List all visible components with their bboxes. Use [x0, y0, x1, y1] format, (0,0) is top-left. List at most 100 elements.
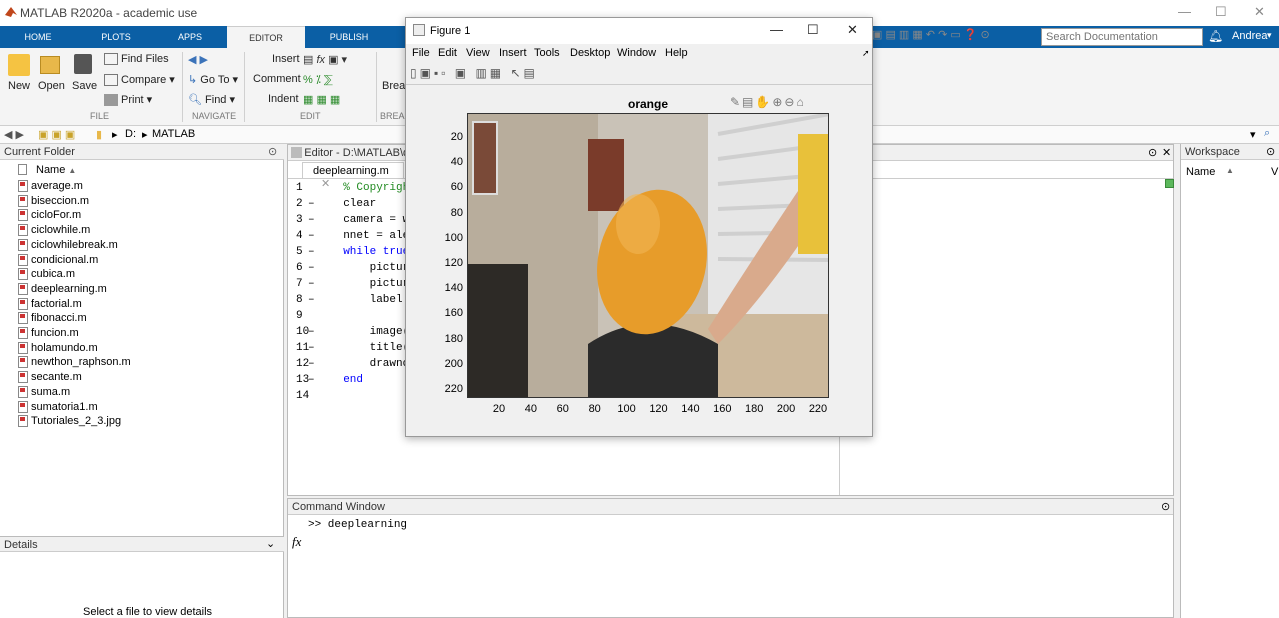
code-line[interactable]: end — [330, 374, 363, 386]
list-item[interactable]: ciclowhilebreak.m — [18, 239, 118, 253]
list-item[interactable]: secante.m — [18, 371, 82, 385]
figure-toolbar[interactable]: ▯▣▪▫ ▣ ▥▦ ↖▤ — [410, 66, 538, 80]
indent-button[interactable]: Indent — [268, 93, 299, 105]
list-item[interactable]: suma.m — [18, 386, 70, 400]
list-item[interactable]: holamundo.m — [18, 342, 98, 356]
figure-menu-item[interactable]: Insert — [499, 47, 527, 59]
minimize-icon[interactable]: — — [770, 22, 783, 37]
back-forward-icon[interactable]: ◀ ▶ — [188, 53, 208, 66]
go-to-button[interactable]: ↳ Go To ▾ — [188, 73, 238, 86]
command-line[interactable]: >> deeplearning — [308, 519, 407, 531]
list-item[interactable]: Tutoriales_2_3.jpg — [18, 415, 121, 429]
search-icon[interactable]: ⌕ — [1264, 127, 1270, 140]
tab-editor[interactable]: EDITOR — [227, 26, 305, 48]
figure-menu-item[interactable]: View — [466, 47, 490, 59]
workspace-value-header[interactable]: V — [1271, 166, 1278, 178]
tab-home[interactable]: HOME — [0, 26, 76, 48]
panel-menu-icon[interactable]: ⊙ — [1161, 500, 1170, 513]
file-name: factorial.m — [31, 297, 82, 310]
close-icon[interactable]: ✕ — [847, 22, 858, 38]
figure-menu-item[interactable]: Window — [617, 47, 656, 59]
compare-button[interactable]: Compare ▾ — [104, 73, 175, 87]
tab-plots[interactable]: PLOTS — [78, 26, 154, 48]
code-line[interactable]: % Copyrigh — [330, 182, 409, 194]
current-folder-panel: Current Folder ⊙ Name ▲ average.m bisecci… — [0, 144, 284, 618]
code-line[interactable]: label — [330, 294, 409, 306]
code-line[interactable]: title( — [330, 342, 410, 354]
figure-menu-item[interactable]: File — [412, 47, 430, 59]
list-item[interactable]: condicional.m — [18, 254, 98, 268]
code-line[interactable]: pictur — [330, 278, 410, 290]
close-tab-icon[interactable]: ✕ — [321, 178, 330, 190]
list-item[interactable]: average.m — [18, 180, 83, 194]
open-button[interactable]: Open — [38, 80, 65, 92]
user-menu[interactable]: Andrea — [1232, 30, 1267, 42]
insert-icons[interactable]: ▤ fx ▣ ▾ — [303, 53, 347, 66]
folder-nav-icons[interactable]: ▣ ▣ ▣ — [38, 128, 75, 141]
open-folder-icon[interactable] — [40, 56, 60, 74]
code-line[interactable]: pictur — [330, 262, 410, 274]
search-icon[interactable]: ⌕ — [1190, 29, 1197, 44]
file-name: average.m — [31, 180, 83, 192]
address-drive[interactable]: D: — [125, 128, 136, 140]
figure-menu-item[interactable]: Help — [665, 47, 688, 59]
list-item[interactable]: ciclowhile.m — [18, 224, 90, 238]
tab-apps[interactable]: APPS — [154, 26, 226, 48]
address-folder[interactable]: MATLAB — [152, 128, 195, 140]
code-line[interactable]: image( — [330, 326, 410, 338]
insert-button[interactable]: Insert — [272, 53, 300, 65]
name-column-header[interactable]: Name ▲ — [36, 164, 76, 176]
comment-button[interactable]: Comment — [253, 73, 301, 85]
save-icon[interactable] — [74, 54, 92, 74]
code-line[interactable]: nnet = ale — [330, 230, 409, 242]
chevron-down-icon[interactable]: ⌄ — [266, 537, 275, 550]
indent-icons[interactable]: ▦ ▦ ▦ — [303, 93, 340, 106]
list-item[interactable]: deeplearning.m — [18, 283, 107, 297]
new-button[interactable]: New — [8, 80, 30, 92]
nav-arrows-icon[interactable]: ◀ ▶ — [4, 128, 24, 141]
chevron-down-icon[interactable]: ▾ — [1250, 128, 1256, 141]
close-icon[interactable]: ✕ — [1254, 4, 1265, 20]
figure-menu-item[interactable]: Edit — [438, 47, 457, 59]
minimize-icon[interactable]: — — [1178, 4, 1191, 19]
axes-toolbar[interactable]: ✎▤✋⊕⊖⌂ — [730, 95, 806, 109]
workspace-name-header[interactable]: Name — [1186, 166, 1215, 178]
chevron-down-icon[interactable]: ▾ — [1267, 30, 1272, 41]
list-item[interactable]: biseccion.m — [18, 195, 89, 209]
figure-menu-item[interactable]: Desktop — [570, 47, 610, 59]
editor-tab[interactable]: deeplearning.m ✕ — [302, 162, 404, 190]
code-line[interactable]: while true — [330, 246, 409, 258]
maximize-icon[interactable]: ☐ — [807, 22, 819, 38]
y-tick-label: 40 — [450, 156, 463, 169]
find-files-button[interactable]: Find Files — [104, 53, 169, 66]
panel-menu-icon[interactable]: ⊙ — [1266, 145, 1275, 158]
list-item[interactable]: funcion.m — [18, 327, 79, 341]
tab-publish[interactable]: PUBLISH — [309, 26, 389, 48]
list-item[interactable]: cubica.m — [18, 268, 75, 282]
list-item[interactable]: newthon_raphson.m — [18, 356, 131, 370]
quick-access-icons[interactable]: ▣ ▤ ▥ ▦ ↶ ↷ ▭ ❓ ⊙ — [872, 28, 990, 41]
maximize-icon[interactable]: ☐ — [1215, 4, 1227, 20]
file-icon — [18, 209, 28, 222]
code-line[interactable]: camera = w — [330, 214, 409, 226]
save-button[interactable]: Save — [72, 80, 97, 92]
print-button[interactable]: Print ▾ — [104, 93, 152, 107]
code-line[interactable]: drawno — [330, 358, 410, 370]
comment-icons[interactable]: % ⁒ ⅀ — [303, 73, 333, 86]
list-item[interactable]: sumatoria1.m — [18, 401, 98, 415]
panel-menu-icon[interactable]: ⊙ — [268, 145, 277, 158]
code-line[interactable]: clear — [330, 198, 376, 210]
bell-icon[interactable]: 🔔︎ — [1208, 29, 1223, 43]
list-item[interactable]: fibonacci.m — [18, 312, 87, 326]
find-button[interactable]: 🔍︎ Find ▾ — [188, 93, 235, 106]
line-number: 7 — [296, 278, 303, 290]
new-file-icon[interactable] — [8, 54, 30, 76]
fx-icon[interactable]: fx — [292, 534, 301, 550]
list-item[interactable]: factorial.m — [18, 298, 82, 312]
list-item[interactable]: cicloFor.m — [18, 209, 81, 223]
close-icon[interactable]: ✕ — [1162, 146, 1171, 159]
figure-menu-item[interactable]: Tools — [534, 47, 560, 59]
search-input[interactable] — [1041, 28, 1203, 46]
panel-menu-icon[interactable]: ⊙ — [1148, 146, 1157, 159]
dock-icon[interactable]: ➚ — [862, 48, 870, 59]
